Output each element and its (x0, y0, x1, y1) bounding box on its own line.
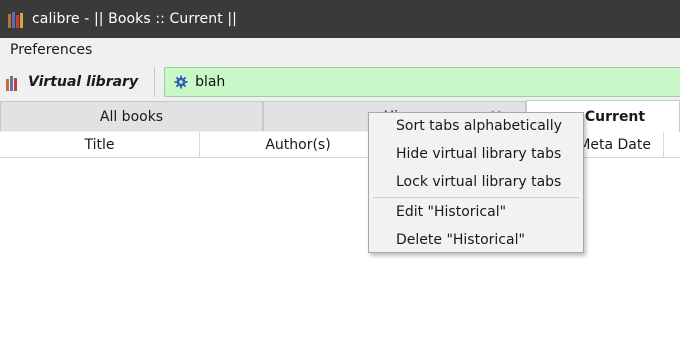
tab-label: Current (584, 108, 646, 125)
menu-item-edit-library[interactable]: Edit "Historical" (396, 201, 506, 223)
calibre-books-icon (8, 10, 26, 28)
search-input[interactable]: blah (164, 66, 680, 97)
toolbar: Virtual library blah (0, 62, 680, 101)
search-value: blah (195, 73, 226, 90)
window-title-bar: calibre - || Books :: Current || (0, 0, 680, 38)
window-title: calibre - || Books :: Current || (32, 11, 237, 27)
tab-context-menu: Sort tabs alphabetically Hide virtual li… (368, 112, 584, 253)
menu-item-hide-tabs[interactable]: Hide virtual library tabs (396, 143, 561, 165)
menu-item-sort-tabs[interactable]: Sort tabs alphabetically (396, 115, 562, 137)
books-icon (6, 73, 22, 91)
column-title[interactable]: Title (0, 132, 200, 157)
menu-separator (373, 197, 579, 198)
menu-item-delete-library[interactable]: Delete "Historical" (396, 229, 525, 251)
virtual-library-label: Virtual library (28, 73, 139, 90)
gear-icon[interactable] (174, 74, 188, 89)
menu-preferences[interactable]: Preferences (0, 42, 102, 58)
menu-bar: Preferences (0, 38, 680, 62)
menu-item-lock-tabs[interactable]: Lock virtual library tabs (396, 171, 561, 193)
tab-label: All books (99, 108, 164, 125)
tab-all-books[interactable]: All books (0, 101, 263, 131)
virtual-library-button[interactable]: Virtual library (6, 67, 150, 97)
toolbar-separator (154, 66, 156, 97)
